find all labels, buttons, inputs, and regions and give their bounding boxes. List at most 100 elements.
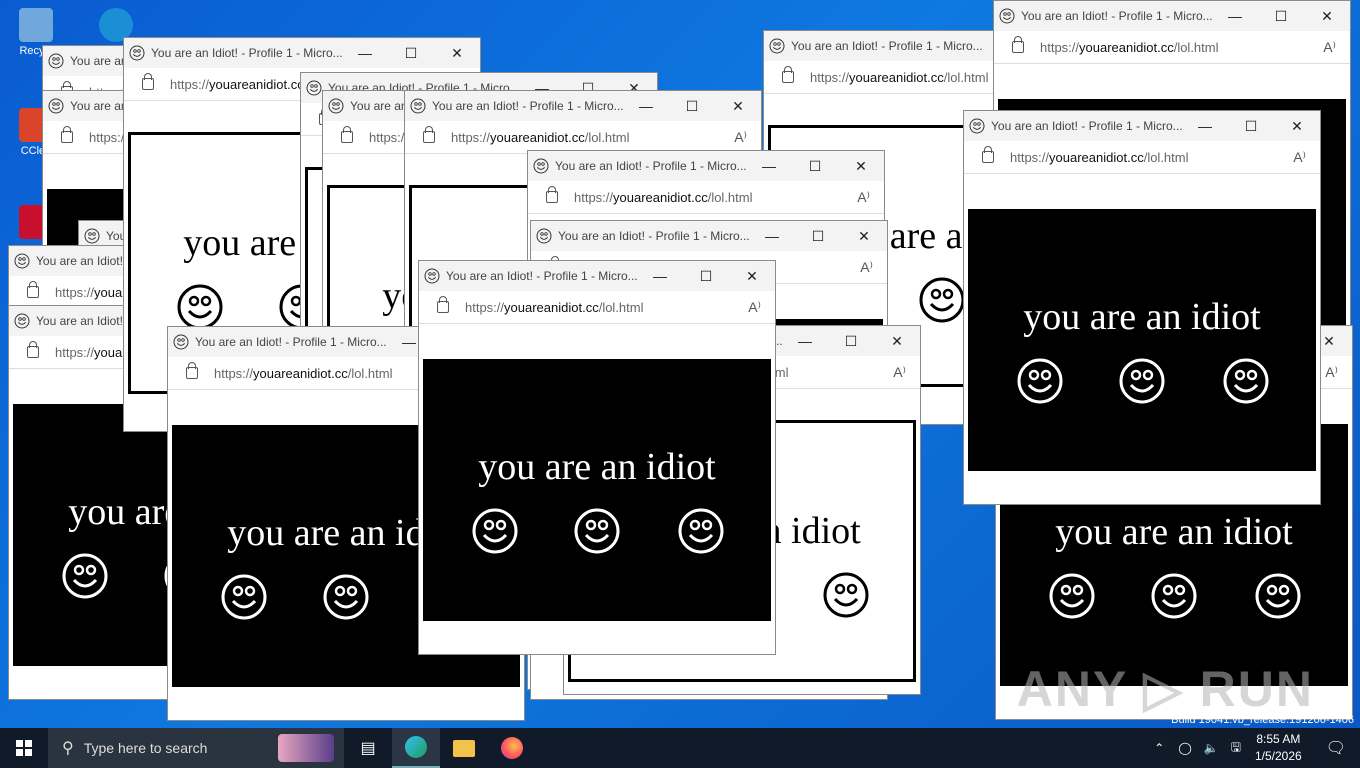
close-button[interactable]: ✕ [874,326,920,356]
minimize-button[interactable]: — [749,221,795,251]
smiley-icon [1222,357,1270,405]
meet-now-icon[interactable]: ◯ [1178,741,1191,755]
window-title: You are an Idiot! - Profile 1 - Micro... [195,335,387,349]
url-prefix: https:// [1010,149,1050,165]
read-aloud-icon[interactable]: A⁾ [1325,364,1338,381]
read-aloud-icon[interactable]: A⁾ [1323,39,1336,56]
title-bar[interactable]: You are an Idiot! - Profile 1 - Micro...… [531,221,887,251]
close-button[interactable]: ✕ [841,221,887,251]
address-bar[interactable]: https://youareanidiot.cc/lol.html A⁾ [528,181,884,214]
close-button[interactable]: ✕ [838,151,884,181]
idiot-message: you are an idiot [1023,296,1261,338]
url[interactable]: https://youareanidiot.cc/lol.html [465,300,644,315]
minimize-button[interactable]: — [342,38,388,68]
address-bar[interactable]: https://youareanidiot.cc/lol.html A⁾ [419,291,775,324]
lock-icon [142,73,154,90]
taskbar-firefox[interactable] [488,728,536,768]
read-aloud-icon[interactable]: A⁾ [893,364,906,381]
close-button[interactable]: ✕ [434,38,480,68]
title-bar[interactable]: You are an Idiot! - Profile 1 - Micro...… [964,111,1320,141]
smiley-icon [677,507,725,555]
maximize-button[interactable]: ☐ [388,38,434,68]
read-aloud-icon[interactable]: A⁾ [857,189,870,206]
time: 8:55 AM [1256,732,1301,746]
chevron-up-icon[interactable]: ⌃ [1154,741,1164,755]
url[interactable]: https://youareanidiot.cc/lol.html [1040,40,1219,55]
smiley-favicon-icon [14,253,30,269]
url-prefix: https:// [465,299,505,315]
maximize-button[interactable]: ☐ [683,261,729,291]
url-prefix: https:// [810,69,850,85]
volume-icon[interactable]: 🔈 [1204,741,1219,755]
url[interactable]: https://youareanidiot.cc/lol.html [1010,150,1189,165]
lock-icon [437,296,449,313]
close-button[interactable]: ✕ [715,91,761,121]
clock[interactable]: 8:55 AM 1/5/2026 [1255,731,1302,765]
taskbar-file-explorer[interactable] [440,728,488,768]
url-prefix: https:// [1040,39,1080,55]
smiley-icon [1118,357,1166,405]
url[interactable]: https://youareanidiot.cc/lol.html [574,190,753,205]
url-path: /lol.html [1173,39,1219,55]
url-domain: youareanidiot.cc [849,69,944,85]
title-bar[interactable]: You are an Idiot! - Profile 1 - Micro...… [405,91,761,121]
maximize-button[interactable]: ☐ [828,326,874,356]
smiley-favicon-icon [173,334,189,350]
search-box[interactable]: ⚲ Type here to search [48,728,344,768]
read-aloud-icon[interactable]: A⁾ [1293,149,1306,166]
url-prefix: https:// [170,76,210,92]
window-title: You are an Idiot! - Profile 1 - Micro... [151,46,343,60]
network-icon[interactable]: 🖫 [1231,738,1241,759]
smiley-favicon-icon [306,80,322,96]
read-aloud-icon[interactable]: A⁾ [748,299,761,316]
address-bar[interactable]: https://youareanidiot.cc/lol.html A⁾ [964,141,1320,174]
task-view-button[interactable]: ▤ [344,728,392,768]
maximize-button[interactable]: ☐ [792,151,838,181]
smiley-icon [1254,572,1302,620]
url[interactable]: https://youareanidiot.cc/lol.html [451,130,630,145]
search-placeholder: Type here to search [83,740,208,756]
url-path: /lol.html [347,365,393,381]
minimize-button[interactable]: — [1212,1,1258,31]
system-tray: ⌃ ◯ 🔈 🖫 8:55 AM 1/5/2026 🗨 [1146,728,1360,768]
close-button[interactable]: ✕ [729,261,775,291]
close-button[interactable]: ✕ [1274,111,1320,141]
url[interactable]: https://youareanidiot.cc/lol.html [214,366,393,381]
maximize-button[interactable]: ☐ [669,91,715,121]
maximize-button[interactable]: ☐ [1228,111,1274,141]
minimize-button[interactable]: — [746,151,792,181]
read-aloud-icon[interactable]: A⁾ [860,259,873,276]
notifications-icon[interactable]: 🗨 [1326,738,1346,758]
close-button[interactable]: ✕ [1304,1,1350,31]
window-title: You are an Idiot! - Profile 1 - Micro... [791,39,983,53]
smiley-favicon-icon [533,158,549,174]
browser-window[interactable]: You are an Idiot! - Profile 1 - Micro...… [418,260,776,655]
window-title: You are an Idiot! - Profile 1 - Micro... [446,269,638,283]
minimize-button[interactable]: — [1182,111,1228,141]
lock-icon [546,186,558,203]
maximize-button[interactable]: ☐ [1258,1,1304,31]
title-bar[interactable]: You are an Idiot! - Profile 1 - Micro...… [419,261,775,291]
address-bar[interactable]: https://youareanidiot.cc/lol.html A⁾ [994,31,1350,64]
url[interactable]: https://youareanidiot.cc/lol.html [810,70,989,85]
read-aloud-icon[interactable]: A⁾ [734,129,747,146]
smiley-favicon-icon [328,98,344,114]
smiley-favicon-icon [769,38,785,54]
smiley-icon [1048,572,1096,620]
url-domain: youareanidiot.cc [209,76,304,92]
title-bar[interactable]: You are an Idiot! - Profile 1 - Micro...… [994,1,1350,31]
lock-icon [27,341,39,358]
maximize-button[interactable]: ☐ [795,221,841,251]
window-title: You are an Idiot! - Profile 1 - Micro... [432,99,624,113]
minimize-button[interactable]: — [637,261,683,291]
smiley-favicon-icon [129,45,145,61]
minimize-button[interactable]: — [782,326,828,356]
taskbar-edge[interactable] [392,728,440,768]
minimize-button[interactable]: — [623,91,669,121]
title-bar[interactable]: You are an Idiot! - Profile 1 - Micro...… [528,151,884,181]
browser-window[interactable]: You are an Idiot! - Profile 1 - Micro...… [963,110,1321,505]
title-bar[interactable]: You are an Idiot! - Profile 1 - Micro...… [124,38,480,68]
window-title: You are an Idiot! - Profile 1 - Micro... [555,159,747,173]
start-button[interactable] [0,728,48,768]
smiley-icon [471,507,519,555]
